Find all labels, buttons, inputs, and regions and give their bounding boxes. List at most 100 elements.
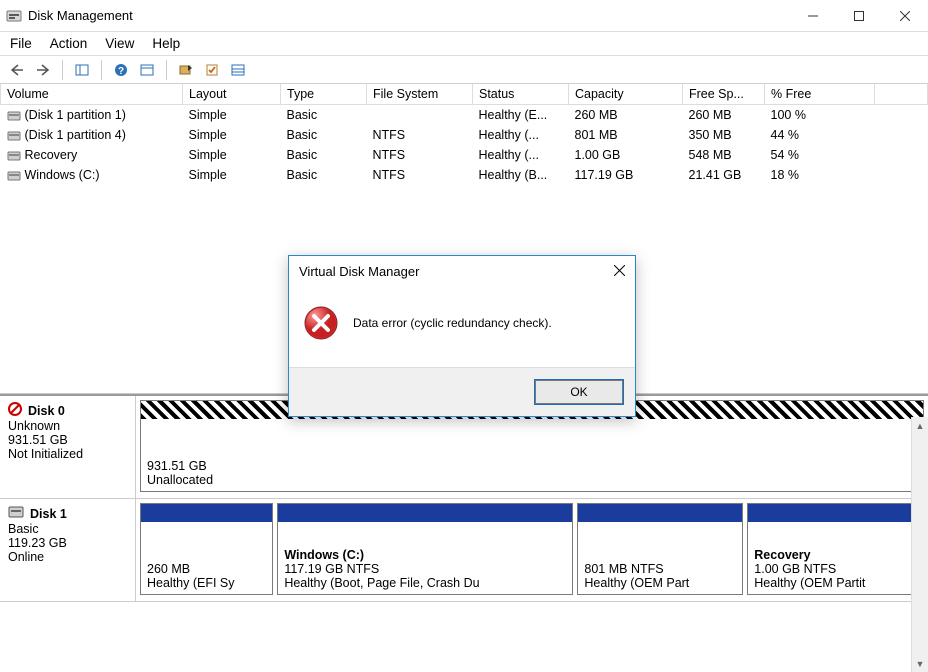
toolbar: ? — [0, 56, 928, 84]
cell-type: Basic — [281, 145, 367, 165]
ok-button[interactable]: OK — [535, 380, 623, 404]
disk-header[interactable]: Disk 1Basic119.23 GBOnline — [0, 499, 136, 601]
disk-row: Disk 1Basic119.23 GBOnline260 MBHealthy … — [0, 499, 928, 602]
disk-status-line: 119.23 GB — [8, 536, 127, 550]
partition-size: 801 MB NTFS — [584, 562, 736, 576]
col-pctfree[interactable]: % Free — [765, 84, 875, 105]
table-row[interactable]: (Disk 1 partition 1)SimpleBasicHealthy (… — [1, 105, 928, 126]
list-view-button[interactable] — [227, 59, 249, 81]
help-button[interactable]: ? — [110, 59, 132, 81]
cell-capacity: 801 MB — [569, 125, 683, 145]
menu-action[interactable]: Action — [50, 36, 88, 51]
cell-layout: Simple — [183, 125, 281, 145]
back-button[interactable] — [6, 59, 28, 81]
dialog-message: Data error (cyclic redundancy check). — [353, 316, 552, 330]
cell-pct: 18 % — [765, 165, 875, 185]
scroll-down-button[interactable]: ▼ — [912, 655, 928, 672]
cell-free: 548 MB — [683, 145, 765, 165]
forward-button[interactable] — [32, 59, 54, 81]
disk-status-line: Unknown — [8, 419, 127, 433]
cell-status: Healthy (... — [473, 145, 569, 165]
properties-button[interactable] — [136, 59, 158, 81]
cell-fs: NTFS — [367, 125, 473, 145]
disk-icon — [8, 402, 22, 419]
disk-header[interactable]: Disk 0Unknown931.51 GBNot Initialized — [0, 396, 136, 498]
disk-title: Disk 1 — [30, 507, 67, 521]
menu-view[interactable]: View — [105, 36, 134, 51]
table-row[interactable]: Windows (C:)SimpleBasicNTFSHealthy (B...… — [1, 165, 928, 185]
maximize-button[interactable] — [836, 0, 882, 32]
partition-region[interactable]: 801 MB NTFSHealthy (OEM Part — [577, 503, 743, 595]
cell-pct: 44 % — [765, 125, 875, 145]
cell-capacity: 260 MB — [569, 105, 683, 126]
col-type[interactable]: Type — [281, 84, 367, 105]
cell-layout: Simple — [183, 165, 281, 185]
partition-region[interactable]: Windows (C:)117.19 GB NTFSHealthy (Boot,… — [277, 503, 573, 595]
table-row[interactable]: RecoverySimpleBasicNTFSHealthy (...1.00 … — [1, 145, 928, 165]
table-row[interactable]: (Disk 1 partition 4)SimpleBasicNTFSHealt… — [1, 125, 928, 145]
partition-desc: Healthy (OEM Partit — [754, 576, 917, 590]
col-layout[interactable]: Layout — [183, 84, 281, 105]
scroll-track[interactable] — [912, 434, 928, 655]
partition-region[interactable]: 260 MBHealthy (EFI Sy — [140, 503, 273, 595]
error-icon — [303, 305, 339, 341]
cell-status: Healthy (... — [473, 125, 569, 145]
settings-button[interactable] — [201, 59, 223, 81]
partition-size: 117.19 GB NTFS — [284, 562, 566, 576]
disk-status-line: Not Initialized — [8, 447, 127, 461]
cell-volume: Recovery — [1, 145, 183, 165]
col-filesystem[interactable]: File System — [367, 84, 473, 105]
dialog-title: Virtual Disk Manager — [299, 264, 419, 279]
dialog-close-button[interactable] — [614, 264, 625, 279]
cell-volume: Windows (C:) — [1, 165, 183, 185]
partition-desc: Healthy (Boot, Page File, Crash Du — [284, 576, 566, 590]
partition-desc: Healthy (OEM Part — [584, 576, 736, 590]
menu-help[interactable]: Help — [152, 36, 180, 51]
partition-region[interactable]: Recovery1.00 GB NTFSHealthy (OEM Partit — [747, 503, 924, 595]
disk-icon — [8, 505, 24, 522]
partition-top-bar — [278, 504, 572, 522]
cell-status: Healthy (B... — [473, 165, 569, 185]
col-volume[interactable]: Volume — [1, 84, 183, 105]
cell-volume: (Disk 1 partition 4) — [1, 125, 183, 145]
close-button[interactable] — [882, 0, 928, 32]
cell-free: 350 MB — [683, 125, 765, 145]
partition-desc: Healthy (EFI Sy — [147, 576, 266, 590]
partition-label: Windows (C:) — [284, 548, 566, 562]
show-hide-tree-button[interactable] — [71, 59, 93, 81]
vertical-scrollbar[interactable]: ▲ ▼ — [911, 417, 928, 672]
scroll-up-button[interactable]: ▲ — [912, 417, 928, 434]
menu-file[interactable]: File — [10, 36, 32, 51]
cell-type: Basic — [281, 105, 367, 126]
disk-title: Disk 0 — [28, 404, 65, 418]
cell-pct: 54 % — [765, 145, 875, 165]
app-icon — [6, 8, 22, 24]
partition-label: Recovery — [754, 548, 917, 562]
cell-fs: NTFS — [367, 145, 473, 165]
cell-pct: 100 % — [765, 105, 875, 126]
partition-top-bar — [141, 504, 272, 522]
partition-size: 1.00 GB NTFS — [754, 562, 917, 576]
minimize-button[interactable] — [790, 0, 836, 32]
toolbar-separator — [166, 60, 167, 80]
window-titlebar: Disk Management — [0, 0, 928, 32]
cell-fs — [367, 105, 473, 126]
col-status[interactable]: Status — [473, 84, 569, 105]
refresh-button[interactable] — [175, 59, 197, 81]
col-spacer — [875, 84, 928, 105]
cell-layout: Simple — [183, 145, 281, 165]
window-title: Disk Management — [28, 8, 790, 23]
cell-type: Basic — [281, 125, 367, 145]
volume-table[interactable]: Volume Layout Type File System Status Ca… — [0, 84, 928, 185]
col-free[interactable]: Free Sp... — [683, 84, 765, 105]
col-capacity[interactable]: Capacity — [569, 84, 683, 105]
cell-capacity: 117.19 GB — [569, 165, 683, 185]
disk-map-pane: Disk 0Unknown931.51 GBNot Initialized931… — [0, 394, 928, 602]
toolbar-separator — [101, 60, 102, 80]
cell-free: 260 MB — [683, 105, 765, 126]
cell-fs: NTFS — [367, 165, 473, 185]
cell-layout: Simple — [183, 105, 281, 126]
cell-capacity: 1.00 GB — [569, 145, 683, 165]
partition-size: 260 MB — [147, 562, 266, 576]
disk-status-line: 931.51 GB — [8, 433, 127, 447]
